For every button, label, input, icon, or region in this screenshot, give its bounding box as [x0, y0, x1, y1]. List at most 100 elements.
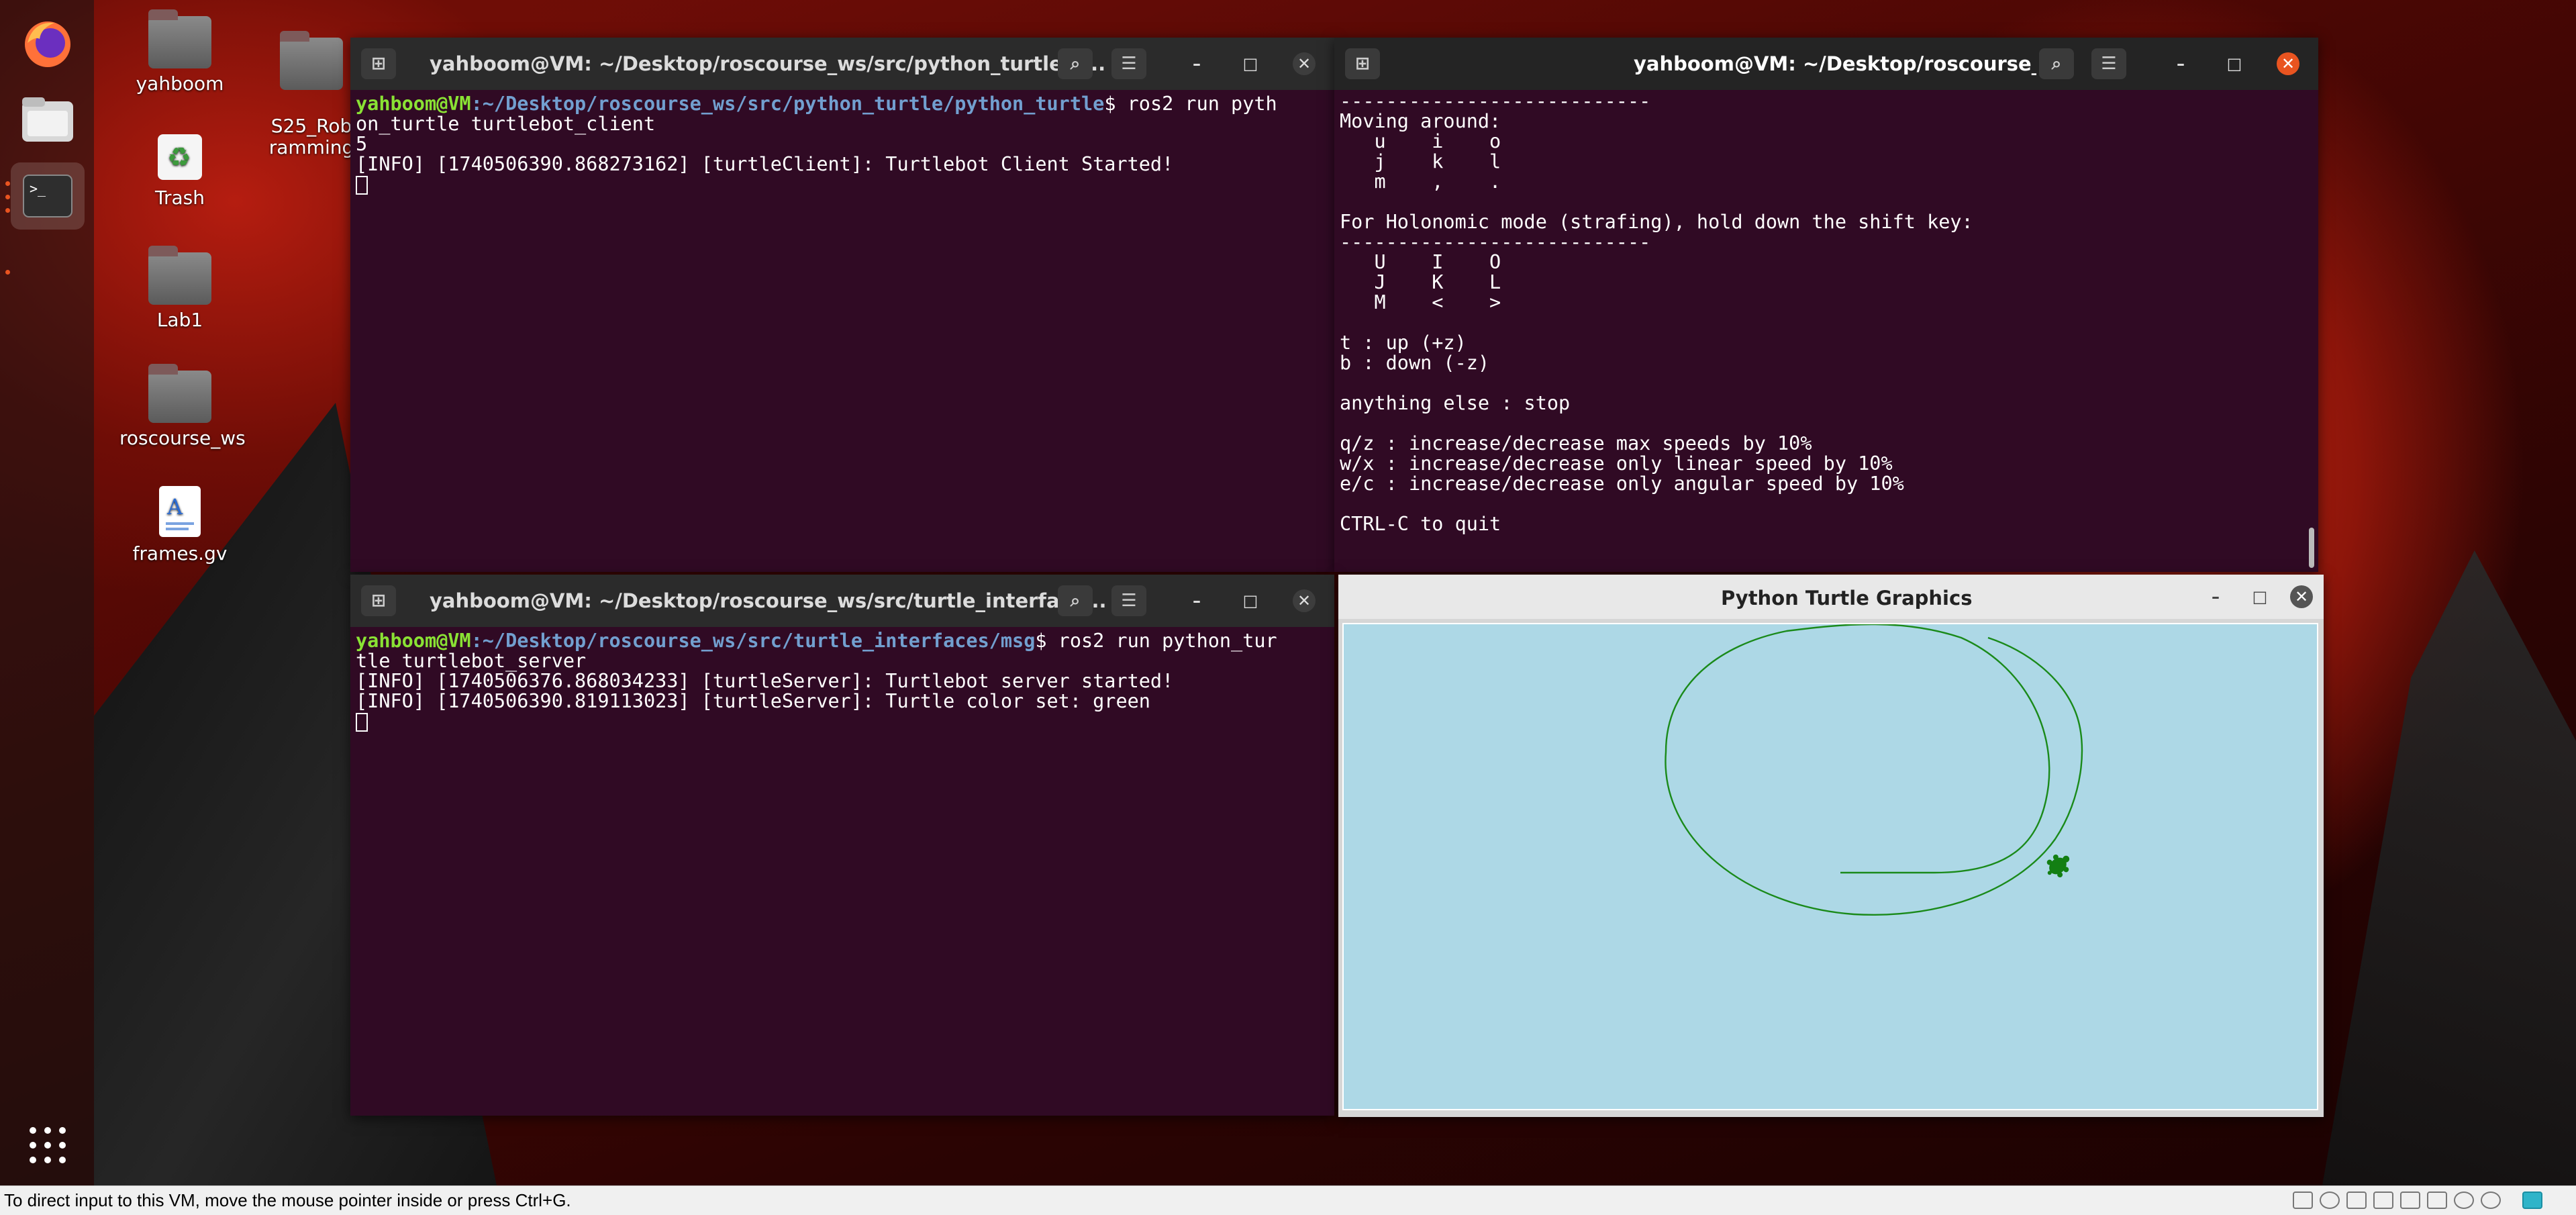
- prompt-command: $ ros2 run pyth: [1104, 93, 1277, 115]
- prompt-user: yahboom@VM: [356, 93, 471, 115]
- wireless-icon[interactable]: [2481, 1192, 2501, 1209]
- sound-icon[interactable]: [2400, 1192, 2420, 1209]
- maximize-button[interactable]: □: [2223, 52, 2246, 75]
- terminal-line: For Holonomic mode (strafing), hold down…: [1340, 211, 1973, 233]
- close-icon: ✕: [1297, 54, 1311, 73]
- firefox-launcher[interactable]: [11, 9, 85, 77]
- titlebar[interactable]: ⊞ yahboom@VM: ~/Desktop/roscourse_ws/src…: [350, 38, 1334, 90]
- apps-grid-icon: [30, 1127, 66, 1163]
- desktop-icon-roscourse-ws[interactable]: roscourse_ws: [119, 364, 246, 449]
- desktop-icon-lab1[interactable]: Lab1: [119, 246, 240, 331]
- dock: >_: [0, 0, 94, 1185]
- menu-button[interactable]: ☰: [2091, 48, 2126, 79]
- minimize-button[interactable]: –: [1185, 589, 1208, 612]
- close-button[interactable]: ✕: [2277, 52, 2299, 75]
- maximize-icon: □: [2226, 54, 2242, 73]
- desktop-icon-label: yahboom: [136, 72, 224, 95]
- maximize-button[interactable]: □: [1239, 589, 1262, 612]
- search-button[interactable]: ⌕: [1058, 48, 1093, 79]
- close-icon: ✕: [2281, 54, 2295, 73]
- desktop-icon-label: frames.gv: [132, 542, 228, 565]
- vm-tools-icon[interactable]: [2522, 1192, 2542, 1209]
- usb-icon[interactable]: [2427, 1192, 2447, 1209]
- terminal-window-server[interactable]: ⊞ yahboom@VM: ~/Desktop/roscourse_ws/src…: [350, 575, 1334, 1116]
- new-tab-button[interactable]: ⊞: [361, 48, 396, 79]
- maximize-button[interactable]: □: [1239, 52, 1262, 75]
- prompt-path: :~/Desktop/roscourse_ws/src/python_turtl…: [470, 93, 1105, 115]
- terminal-line: J K L: [1340, 271, 1501, 293]
- folder-icon: [280, 31, 343, 90]
- close-button[interactable]: ✕: [1293, 52, 1316, 75]
- search-button[interactable]: ⌕: [1058, 585, 1093, 616]
- terminal-line: 5: [356, 133, 368, 155]
- wallpaper-rock-right: [2322, 550, 2576, 1185]
- new-tab-icon: ⊞: [1355, 54, 1370, 74]
- hard-disk-icon[interactable]: [2293, 1192, 2313, 1209]
- search-button[interactable]: ⌕: [2039, 48, 2074, 79]
- close-icon: ✕: [1297, 591, 1311, 610]
- terminal-output[interactable]: --------------------------- Moving aroun…: [1334, 90, 2318, 572]
- running-indicator: [5, 208, 10, 213]
- document-icon: A: [159, 486, 201, 537]
- turtle-graphics-window[interactable]: Python Turtle Graphics – □ ✕: [1338, 575, 2324, 1117]
- running-indicator: [5, 181, 10, 186]
- window-title: Python Turtle Graphics: [1721, 587, 1973, 610]
- terminal-line: j k l: [1340, 150, 1501, 173]
- desktop-icon-label: Lab1: [156, 309, 203, 331]
- minimize-button[interactable]: –: [1185, 52, 1208, 75]
- status-text: To direct input to this VM, move the mou…: [4, 1190, 571, 1210]
- terminal-line: tle turtlebot_server: [356, 650, 587, 672]
- close-button[interactable]: ✕: [1293, 589, 1316, 612]
- terminal-line: [INFO] [1740506376.868034233] [turtleSer…: [356, 670, 1174, 692]
- terminal-line: ---------------------------: [1340, 90, 1651, 112]
- prompt-command: $ ros2 run python_tur: [1035, 630, 1277, 652]
- desktop-icon-label: Trash: [155, 187, 205, 209]
- minimize-button[interactable]: –: [2204, 585, 2227, 608]
- desktop-icon-frames-gv[interactable]: A frames.gv: [119, 485, 240, 565]
- close-icon: ✕: [2294, 587, 2309, 606]
- minimize-icon: –: [2212, 587, 2220, 606]
- turtle-path: [1665, 623, 2083, 916]
- new-tab-button[interactable]: ⊞: [1345, 48, 1380, 79]
- camera-icon[interactable]: [2454, 1192, 2474, 1209]
- desktop-icon-trash[interactable]: ♻ Trash: [119, 132, 240, 209]
- optical-drive-icon[interactable]: [2320, 1192, 2340, 1209]
- desktop-icon-yahboom[interactable]: yahboom: [119, 9, 240, 95]
- terminal-launcher[interactable]: >_: [11, 162, 85, 230]
- maximize-button[interactable]: □: [2248, 585, 2271, 608]
- terminal-window-client[interactable]: ⊞ yahboom@VM: ~/Desktop/roscourse_ws/src…: [350, 38, 1334, 572]
- svg-text:>_: >_: [30, 181, 46, 197]
- turtle-canvas[interactable]: [1342, 623, 2318, 1110]
- menu-button[interactable]: ☰: [1111, 48, 1146, 79]
- terminal-line: [INFO] [1740506390.819113023] [turtleSer…: [356, 690, 1150, 712]
- printer-icon[interactable]: [2373, 1192, 2393, 1209]
- menu-button[interactable]: ☰: [1111, 585, 1146, 616]
- terminal-output[interactable]: yahboom@VM:~/Desktop/roscourse_ws/src/py…: [350, 90, 1334, 572]
- terminal-line: U I O: [1340, 251, 1501, 273]
- terminal-line: ---------------------------: [1340, 231, 1651, 253]
- firefox-icon: [25, 21, 70, 67]
- files-launcher[interactable]: [11, 86, 85, 153]
- prompt-user: yahboom@VM: [356, 630, 471, 652]
- show-apps-button[interactable]: [11, 1112, 85, 1179]
- close-button[interactable]: ✕: [2290, 585, 2313, 608]
- network-icon[interactable]: [2346, 1192, 2367, 1209]
- titlebar[interactable]: ⊞ yahboom@VM: ~/Desktop/roscourse_ws/src…: [350, 575, 1334, 627]
- svg-text:A: A: [166, 494, 183, 520]
- minimize-button[interactable]: –: [2169, 52, 2192, 75]
- titlebar[interactable]: Python Turtle Graphics – □ ✕: [1338, 575, 2324, 619]
- titlebar[interactable]: ⊞ yahboom@VM: ~/Desktop/roscourse_ws ⌕ ☰…: [1334, 38, 2318, 90]
- search-icon: ⌕: [1070, 590, 1081, 611]
- terminal-line: Moving around:: [1340, 110, 1501, 132]
- maximize-icon: □: [2252, 587, 2268, 606]
- scrollbar[interactable]: [2309, 528, 2314, 568]
- new-tab-button[interactable]: ⊞: [361, 585, 396, 616]
- terminal-output[interactable]: yahboom@VM:~/Desktop/roscourse_ws/src/tu…: [350, 627, 1334, 1116]
- terminal-line: q/z : increase/decrease max speeds by 10…: [1340, 432, 1812, 454]
- terminal-line: M < >: [1340, 291, 1501, 313]
- terminal-window-teleop[interactable]: ⊞ yahboom@VM: ~/Desktop/roscourse_ws ⌕ ☰…: [1334, 38, 2318, 572]
- files-icon: [22, 97, 73, 142]
- minimize-icon: –: [1193, 591, 1201, 610]
- window-title: yahboom@VM: ~/Desktop/roscourse_ws: [1634, 52, 2036, 75]
- new-tab-icon: ⊞: [371, 591, 386, 611]
